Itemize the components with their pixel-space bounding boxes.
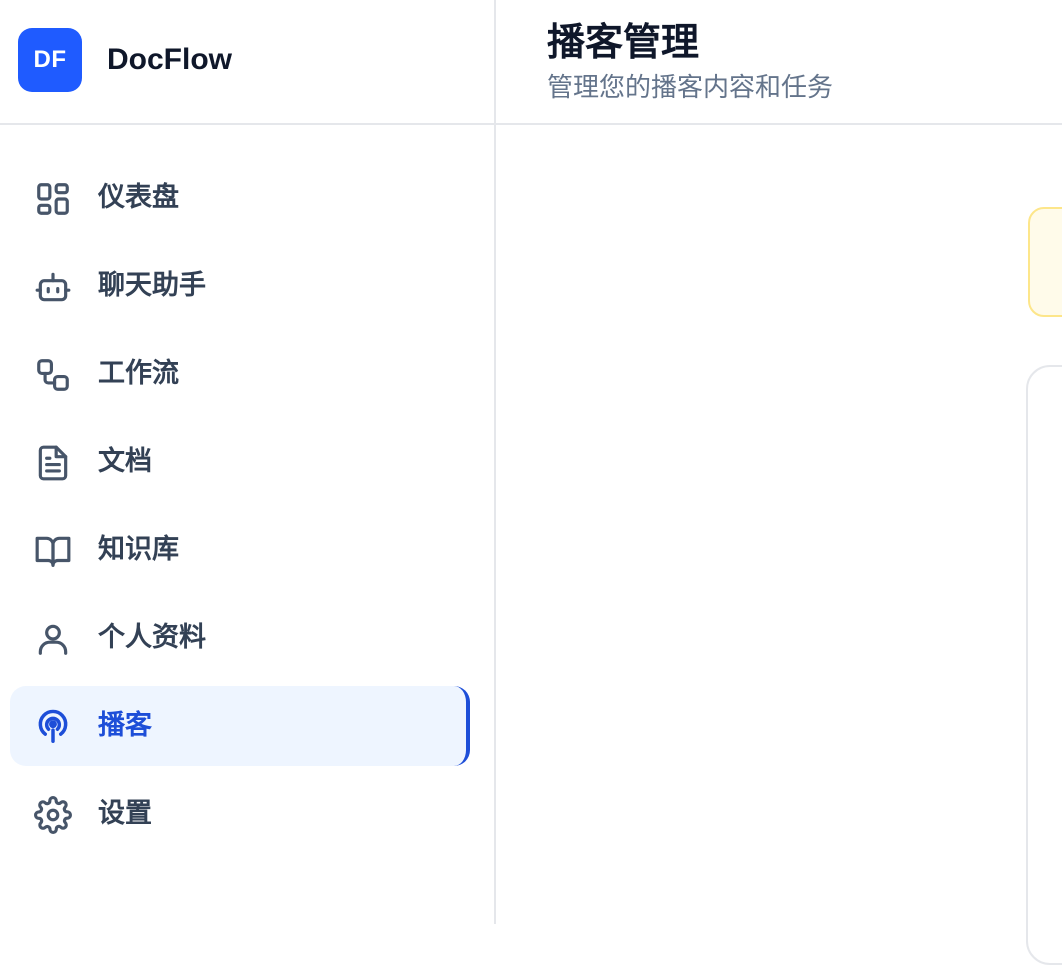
main-content — [498, 125, 1062, 965]
book-open-icon — [34, 532, 72, 570]
content-card — [1026, 365, 1062, 965]
sidebar-item-label: 播客 — [98, 710, 152, 741]
brand-header: DF DocFlow — [0, 0, 494, 125]
brand-logo[interactable]: DF — [18, 28, 82, 92]
workflow-icon — [34, 356, 72, 394]
sidebar-item-label: 工作流 — [98, 358, 179, 389]
page-header: 播客管理 管理您的播客内容和任务 — [496, 0, 1062, 125]
dashboard-grid-icon — [34, 180, 72, 218]
sidebar-item-profile[interactable]: 个人资料 — [10, 598, 470, 678]
page-subtitle: 管理您的播客内容和任务 — [547, 73, 834, 103]
page-title: 播客管理 — [547, 20, 700, 64]
podcast-icon — [34, 708, 72, 746]
notice-card — [1028, 207, 1062, 317]
sidebar-item-documents[interactable]: 文档 — [10, 422, 470, 502]
user-icon — [34, 620, 72, 658]
sidebar-item-dashboard[interactable]: 仪表盘 — [10, 158, 470, 238]
sidebar-item-label: 文档 — [98, 446, 152, 477]
sidebar-item-knowledge-base[interactable]: 知识库 — [10, 510, 470, 590]
sidebar-item-label: 知识库 — [98, 534, 179, 565]
sidebar-item-label: 仪表盘 — [98, 182, 179, 213]
gear-icon — [34, 796, 72, 834]
sidebar-item-label: 聊天助手 — [98, 270, 206, 301]
sidebar-item-label: 个人资料 — [98, 622, 206, 653]
sidebar-item-workflow[interactable]: 工作流 — [10, 334, 470, 414]
document-icon — [34, 444, 72, 482]
sidebar-item-chat-assistant[interactable]: 聊天助手 — [10, 246, 470, 326]
brand-name[interactable]: DocFlow — [107, 40, 232, 80]
sidebar-item-podcast[interactable]: 播客 — [10, 686, 470, 766]
sidebar: DF DocFlow 仪表盘 聊天助手 工作流 文档 知识库 个人资料 播客 设… — [0, 0, 496, 924]
bot-icon — [34, 268, 72, 306]
sidebar-item-label: 设置 — [98, 798, 152, 829]
sidebar-item-settings[interactable]: 设置 — [10, 774, 470, 854]
